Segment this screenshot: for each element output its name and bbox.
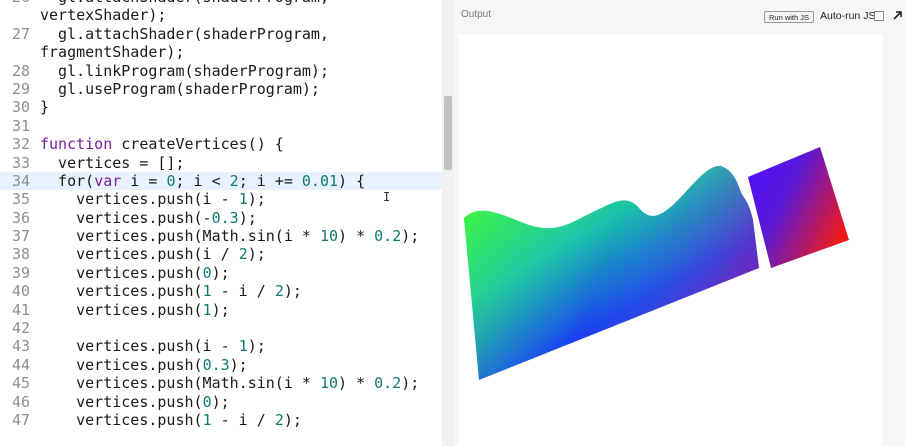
code-line[interactable]: 32 function createVertices() {	[0, 135, 442, 153]
code-line[interactable]: fragmentShader);	[0, 43, 442, 61]
code-line[interactable]: 31	[0, 117, 442, 135]
code-text: }	[40, 98, 50, 117]
code-line[interactable]: 30}	[0, 98, 442, 116]
line-number: 47	[11, 410, 30, 429]
line-number: 41	[11, 300, 30, 319]
code-text: vertices.push(-0.3);	[40, 208, 257, 227]
line-number: 44	[11, 355, 30, 374]
code-line[interactable]: 39 vertices.push(0);	[0, 264, 442, 282]
code-line[interactable]: 45 vertices.push(Math.sin(i * 10) * 0.2)…	[0, 374, 442, 392]
output-header: Output Run with JS Auto-run JS	[454, 0, 905, 32]
code-text: fragmentShader);	[40, 43, 185, 62]
code-line[interactable]: 37 vertices.push(Math.sin(i * 10) * 0.2)…	[0, 227, 442, 245]
code-line[interactable]: 47 vertices.push(1 - i / 2);	[0, 411, 442, 429]
line-number: 37	[11, 227, 30, 246]
line-number: 36	[11, 208, 30, 227]
line-number: 30	[11, 98, 30, 117]
code-text: vertices.push(i / 2);	[40, 245, 266, 264]
code-text: vertices.push(i - 1);	[40, 190, 266, 209]
code-text: vertexShader);	[40, 6, 167, 25]
code-text: vertices.push(0);	[40, 263, 230, 282]
line-number: 40	[11, 282, 30, 301]
code-text: vertices.push(0.3);	[40, 355, 248, 374]
line-number: 27	[11, 24, 30, 43]
code-line[interactable]: vertexShader);	[0, 6, 442, 24]
line-number: 34	[11, 171, 30, 190]
code-text: vertices.push(i - 1);	[40, 337, 266, 356]
code-text: vertices.push(1 - i / 2);	[40, 410, 302, 429]
code-text: vertices.push(Math.sin(i * 10) * 0.2);	[40, 374, 420, 393]
code-text: vertices = [];	[40, 153, 185, 172]
code-text: vertices.push(Math.sin(i * 10) * 0.2);	[40, 227, 420, 246]
code-text: gl.attachShader(shaderProgram,	[40, 24, 329, 43]
line-number: 28	[11, 61, 30, 80]
code-text: function createVertices() {	[40, 135, 284, 154]
line-number: 39	[11, 263, 30, 282]
rendered-mesh	[464, 147, 849, 380]
code-line[interactable]: 46 vertices.push(0);	[0, 393, 442, 411]
code-line[interactable]: 36 vertices.push(-0.3);	[0, 209, 442, 227]
code-text: gl.attachShader(shaderProgram,	[40, 0, 329, 6]
code-text: vertices.push(1);	[40, 300, 230, 319]
line-number: 42	[11, 319, 30, 338]
line-number: 31	[11, 116, 30, 135]
code-line[interactable]: 28 gl.linkProgram(shaderProgram);	[0, 62, 442, 80]
code-text: for(var i = 0; i < 2; i += 0.01) {	[40, 171, 366, 190]
code-line[interactable]: 40 vertices.push(1 - i / 2);	[0, 282, 442, 300]
code-text: gl.linkProgram(shaderProgram);	[40, 61, 329, 80]
autorun-label: Auto-run JS	[820, 10, 876, 22]
mesh-front-shade	[464, 165, 759, 380]
line-number: 43	[11, 337, 30, 356]
output-pane: Output Run with JS Auto-run JS	[454, 0, 905, 446]
run-with-js-button[interactable]: Run with JS	[764, 11, 815, 23]
line-number: 46	[11, 392, 30, 411]
code-line[interactable]: 38 vertices.push(i / 2);	[0, 245, 442, 263]
line-number: 33	[11, 153, 30, 172]
code-text: vertices.push(1 - i / 2);	[40, 282, 302, 301]
editor-scrollbar-thumb[interactable]	[444, 96, 452, 170]
text-cursor-icon: I	[383, 190, 391, 204]
line-number: 38	[11, 245, 30, 264]
mesh-back-panel	[748, 147, 849, 268]
code-line[interactable]: 43 vertices.push(i - 1);	[0, 337, 442, 355]
code-line[interactable]: 44 vertices.push(0.3);	[0, 356, 442, 374]
autorun-checkbox[interactable]	[874, 11, 884, 21]
code-lines[interactable]: 26 gl.attachShader(shaderProgram,vertexS…	[0, 0, 442, 429]
code-line[interactable]: 34 for(var i = 0; i < 2; i += 0.01) {	[0, 171, 442, 191]
line-number: 32	[11, 135, 30, 154]
code-line[interactable]: 42	[0, 319, 442, 337]
code-line[interactable]: 35 vertices.push(i - 1);	[0, 190, 442, 208]
editor-scrollbar[interactable]	[442, 0, 454, 446]
code-line[interactable]: 27 gl.attachShader(shaderProgram,	[0, 25, 442, 43]
line-number: 29	[11, 79, 30, 98]
code-text: gl.useProgram(shaderProgram);	[40, 79, 320, 98]
line-number: 35	[11, 190, 30, 209]
code-line[interactable]: 29 gl.useProgram(shaderProgram);	[0, 80, 442, 98]
code-editor[interactable]: 26 gl.attachShader(shaderProgram,vertexS…	[0, 0, 442, 446]
output-title: Output	[461, 9, 492, 20]
code-text: vertices.push(0);	[40, 392, 230, 411]
code-line[interactable]: 33 vertices = [];	[0, 154, 442, 172]
webgl-canvas[interactable]	[459, 34, 883, 446]
line-number: 45	[11, 374, 30, 393]
code-line[interactable]: 41 vertices.push(1);	[0, 301, 442, 319]
expand-arrow-icon[interactable]	[891, 9, 903, 21]
